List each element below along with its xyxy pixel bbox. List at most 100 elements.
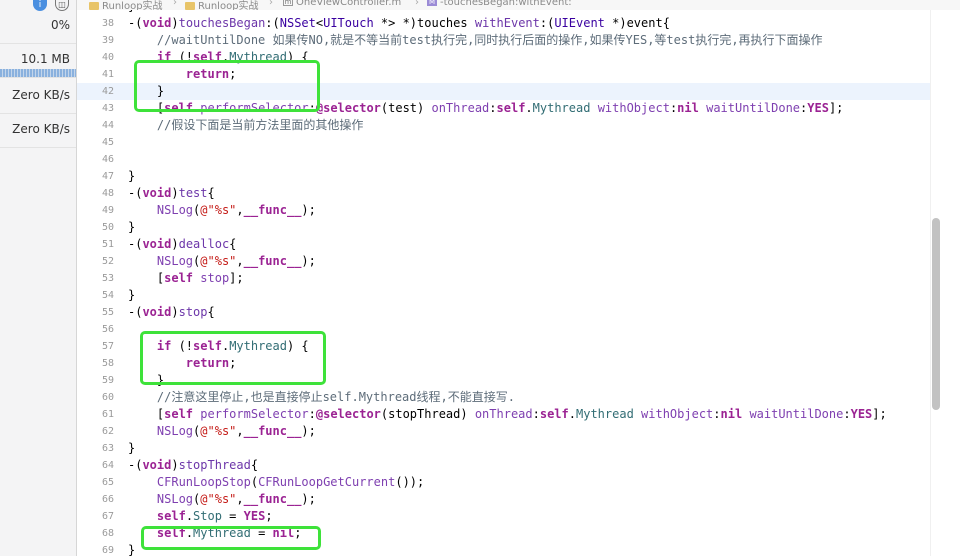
code-line[interactable]: 61 [self performSelector:@selector(stopT… (77, 406, 930, 423)
code-text: self.Stop = YES; (128, 508, 273, 525)
code-token: Mythread (576, 407, 634, 421)
line-number: 56 (101, 324, 114, 335)
line-number: 69 (101, 545, 114, 556)
line-number: 58 (101, 358, 114, 369)
code-line[interactable]: 54} (77, 287, 930, 304)
line-number: 49 (101, 205, 114, 216)
code-token: nil (720, 407, 743, 421)
code-text: -(void)touchesBegan:(NSSet<UITouch *> *)… (128, 15, 670, 32)
code-token: ) (171, 458, 179, 472)
code-line[interactable]: 39 //waitUntilDone 如果传NO,就是不等当前test执行完,同… (77, 32, 930, 49)
code-token: , (236, 203, 244, 217)
code-token: . (185, 509, 194, 523)
cpu-value: 0% (50, 18, 70, 32)
code-line[interactable]: 52 NSLog(@"%s",__func__); (77, 253, 930, 270)
line-number: 40 (101, 52, 114, 63)
code-line[interactable]: 45 (77, 134, 930, 151)
code-token: void (142, 458, 172, 472)
code-line[interactable]: 44 //假设下面是当前方法里面的其他操作 (77, 117, 930, 134)
code-text: NSLog(@"%s",__func__); (128, 491, 316, 508)
code-token: ); (301, 424, 316, 438)
code-token: dealloc (178, 237, 230, 251)
code-token: UITouch (323, 16, 374, 30)
code-token: CFRunLoopGetCurrent (258, 475, 396, 489)
line-number: 53 (101, 273, 114, 284)
highlight-box (141, 526, 321, 550)
code-token: { (229, 237, 237, 251)
network-gauge[interactable]: Zero KB/s (0, 114, 76, 148)
breadcrumb-method[interactable]: M -touchesBegan:withEvent: (427, 0, 572, 8)
code-token: = (221, 509, 244, 523)
code-token: *> *)touches (373, 16, 475, 30)
chevron-right-icon: › (269, 0, 273, 8)
code-token: } (128, 441, 136, 455)
code-line[interactable]: 47} (77, 168, 930, 185)
line-number: 45 (101, 137, 114, 148)
code-token: withObject (641, 407, 714, 421)
code-token: , (236, 254, 244, 268)
code-token: -( (128, 305, 143, 319)
code-token: waitUntilDone (749, 407, 844, 421)
code-line[interactable]: 48 -(void)test{ (77, 185, 930, 202)
code-line[interactable]: 55 -(void)stop{ (77, 304, 930, 321)
code-token: @selector (315, 407, 381, 421)
code-token: YES (243, 509, 266, 523)
code-token: void (142, 16, 172, 30)
line-number: 61 (101, 409, 114, 420)
code-token: } (128, 288, 136, 302)
code-line[interactable]: 46 (77, 151, 930, 168)
cpu-gauge[interactable]: 0% (0, 10, 76, 44)
code-editor[interactable]: 37}38-(void)touchesBegan:(NSSet<UITouch … (77, 10, 930, 556)
code-line[interactable]: 38 -(void)touchesBegan:(NSSet<UITouch *> … (77, 15, 930, 32)
code-token: ) (171, 305, 179, 319)
code-token: @"%s" (200, 492, 237, 506)
code-line[interactable]: 53 [self stop]; (77, 270, 930, 287)
code-text: NSLog(@"%s",__func__); (128, 423, 316, 440)
code-line[interactable]: 64 -(void)stopThread{ (77, 457, 930, 474)
line-number: 57 (101, 341, 114, 352)
project-icon (89, 2, 99, 10)
code-token: { (207, 305, 215, 319)
line-number: 44 (101, 120, 114, 131)
line-number: 52 (101, 256, 114, 267)
code-token: __func__ (243, 424, 302, 438)
code-token: : (532, 407, 540, 421)
code-token: YES (807, 101, 829, 115)
code-token: ()); (395, 475, 425, 489)
code-token: : (308, 407, 316, 421)
code-token: stopThread (178, 458, 251, 472)
code-line[interactable]: 66 NSLog(@"%s",__func__); (77, 491, 930, 508)
code-token: ; (265, 509, 273, 523)
network-value: Zero KB/s (12, 122, 70, 136)
scrollbar-thumb[interactable] (932, 218, 940, 410)
code-line[interactable]: 65 CFRunLoopStop(CFRunLoopGetCurrent()); (77, 474, 930, 491)
line-number: 66 (101, 494, 114, 505)
code-line[interactable]: 60 //注意这里停止,也是直接停止self.Mythread线程,不能直接写. (77, 389, 930, 406)
memory-usage-bar (0, 69, 76, 77)
code-token: //waitUntilDone 如果传NO,就是不等当前test执行完,同时执行… (156, 33, 823, 47)
code-token: -( (128, 186, 143, 200)
code-token: -( (128, 237, 143, 251)
code-token: ]; (828, 101, 844, 115)
code-token: YES (850, 407, 873, 421)
code-line[interactable]: 49 NSLog(@"%s",__func__); (77, 202, 930, 219)
disk-gauge[interactable]: Zero KB/s (0, 80, 76, 114)
line-number: 51 (101, 239, 114, 250)
memory-gauge[interactable]: 10.1 MB (0, 44, 76, 78)
code-line[interactable]: 51 -(void)dealloc{ (77, 236, 930, 253)
code-token: , (236, 492, 244, 506)
code-line[interactable]: 63} (77, 440, 930, 457)
code-line[interactable]: 67 self.Stop = YES; (77, 508, 930, 525)
breadcrumb-file[interactable]: m OneViewController.m (283, 0, 401, 8)
code-line[interactable]: 50} (77, 219, 930, 236)
code-token: ); (301, 492, 316, 506)
code-line[interactable]: 62 NSLog(@"%s",__func__); (77, 423, 930, 440)
code-token: ) (171, 237, 179, 251)
